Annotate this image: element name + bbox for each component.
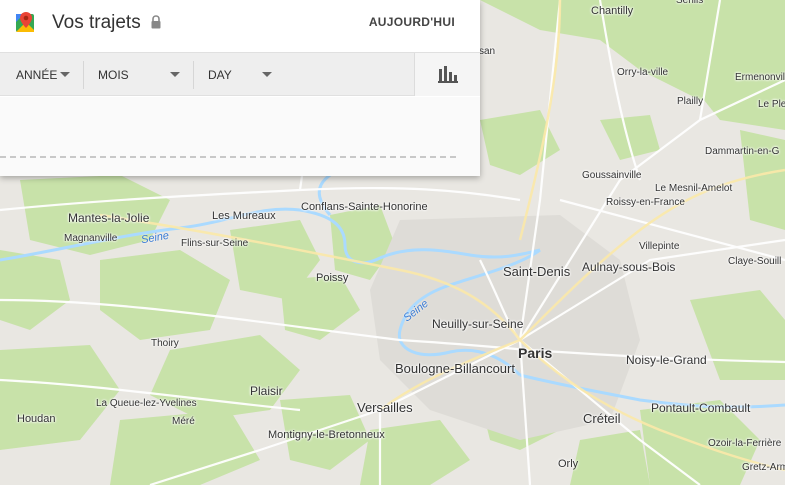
year-dropdown-label: ANNÉE — [16, 68, 58, 82]
place-label: Montigny-le-Bretonneux — [268, 429, 385, 441]
place-label: Paris — [518, 345, 553, 361]
place-label: Conflans-Sainte-Honorine — [301, 201, 428, 213]
place-label: Chantilly — [591, 5, 634, 17]
place-label: Aulnay-sous-Bois — [582, 260, 676, 274]
place-label: Méré — [172, 416, 195, 427]
google-maps-pin-icon — [16, 12, 34, 32]
place-label: Neuilly-sur-Seine — [432, 317, 524, 331]
place-label: Senlis — [676, 0, 704, 6]
page-title: Vos trajets — [52, 12, 141, 33]
place-label: Le Mesnil-Amelot — [655, 183, 733, 194]
stats-button[interactable] — [414, 53, 480, 96]
place-label: Gretz-Arm — [742, 462, 785, 473]
year-dropdown[interactable]: ANNÉE — [0, 53, 82, 96]
month-dropdown-label: MOIS — [98, 68, 129, 82]
place-label: Orly — [558, 458, 579, 470]
place-label: Les Mureaux — [212, 210, 276, 222]
day-dropdown-label: DAY — [208, 68, 232, 82]
place-label: Claye-Souill — [728, 256, 782, 267]
bar-chart-icon — [438, 66, 458, 83]
place-label: Poissy — [316, 272, 349, 284]
place-label: Plailly — [677, 96, 704, 107]
place-label: Goussainville — [582, 170, 642, 181]
place-label: Le Ple — [758, 99, 785, 110]
place-label: Villepinte — [639, 241, 680, 252]
timeline-dashed-line — [0, 156, 456, 158]
place-label: Thoiry — [151, 338, 179, 349]
month-dropdown[interactable]: MOIS — [84, 53, 193, 96]
chevron-down-icon — [170, 72, 180, 77]
chevron-down-icon — [60, 72, 70, 77]
today-button[interactable]: AUJOURD'HUI — [369, 15, 455, 29]
place-label: Créteil — [583, 411, 621, 426]
chevron-down-icon — [262, 72, 272, 77]
place-label: Roissy-en-France — [606, 197, 685, 208]
place-label: Mantes-la-Jolie — [68, 211, 150, 225]
place-label: Ozoir-la-Ferrière — [708, 438, 782, 449]
place-label: Ermenonville — [735, 72, 785, 83]
lock-icon — [151, 15, 161, 29]
place-label: Dammartin-en-G — [705, 146, 780, 157]
place-label: Noisy-le-Grand — [626, 353, 707, 367]
timeline-area — [0, 97, 480, 176]
day-dropdown[interactable]: DAY — [194, 53, 294, 96]
place-label: san — [479, 46, 496, 57]
place-label: La Queue-lez-Yvelines — [96, 398, 197, 409]
place-label: Saint-Denis — [503, 264, 571, 279]
place-label: Versailles — [357, 400, 413, 415]
place-label: Magnanville — [64, 233, 118, 244]
date-filter-bar: ANNÉE MOIS DAY — [0, 52, 480, 96]
place-label: Orry-la-ville — [617, 67, 669, 78]
place-label: Boulogne-Billancourt — [395, 361, 515, 376]
trips-panel: Vos trajets AUJOURD'HUI ANNÉE MOIS DAY — [0, 0, 480, 176]
place-label: Plaisir — [250, 384, 283, 398]
place-label: Pontault-Combault — [651, 401, 751, 415]
place-label: Flins-sur-Seine — [181, 238, 249, 249]
place-label: Houdan — [17, 413, 56, 425]
panel-header: Vos trajets AUJOURD'HUI — [0, 0, 480, 52]
